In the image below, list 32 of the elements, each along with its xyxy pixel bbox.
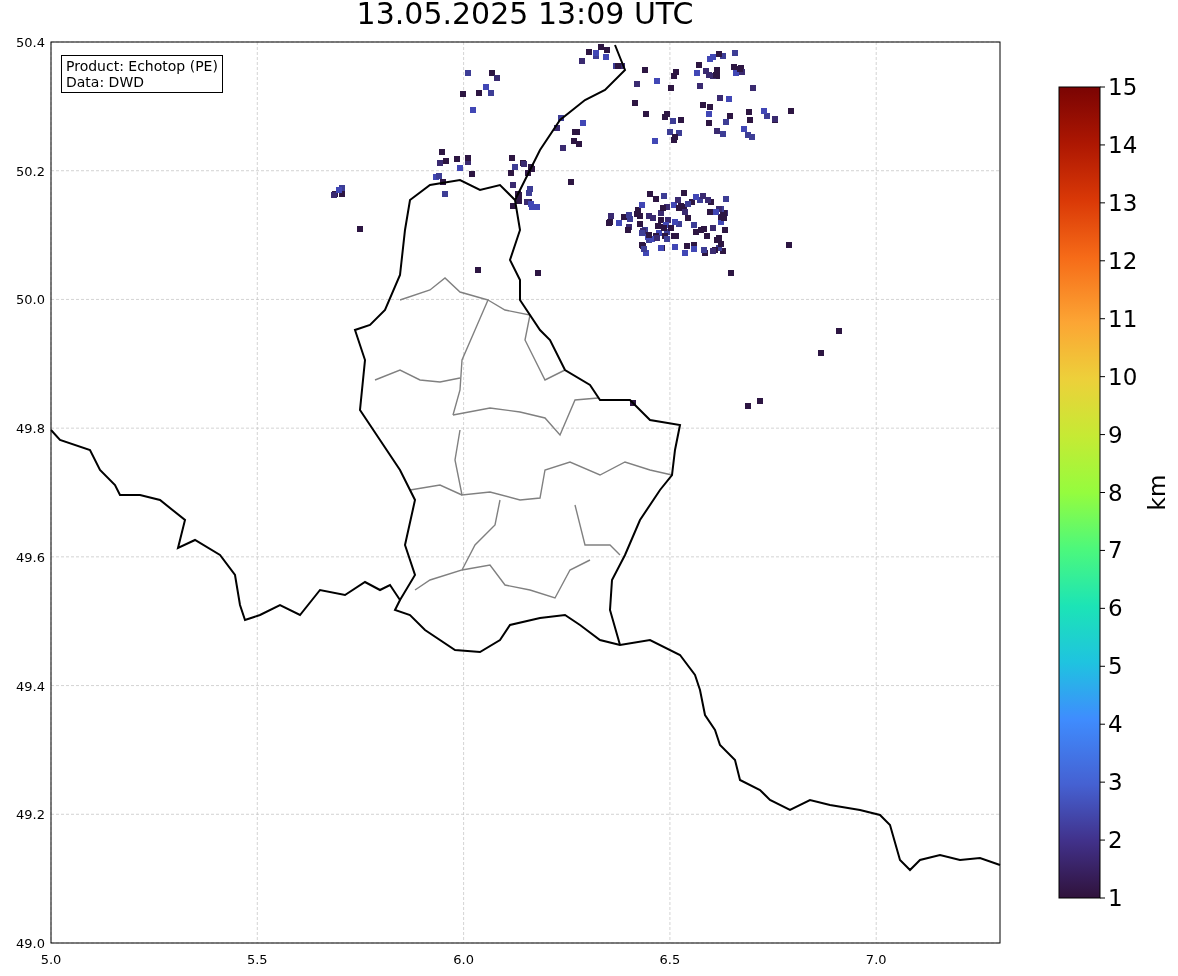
tick-label: 14 <box>1108 131 1138 158</box>
tick-label: 7 <box>1108 537 1123 564</box>
tick-label: 5.5 <box>246 952 268 967</box>
tick-label: 49.0 <box>16 936 45 951</box>
chart-title: 13.05.2025 13:09 UTC <box>356 0 694 33</box>
tick-label: 4 <box>1108 711 1123 738</box>
tick-label: 50.2 <box>16 163 45 179</box>
tick-label: 50.0 <box>16 292 45 308</box>
tick-label: 6 <box>1108 595 1123 622</box>
tick-label: 49.4 <box>16 678 45 694</box>
tick-label: 49.8 <box>16 421 45 437</box>
tick-label: 5.0 <box>40 952 62 967</box>
tick-label: 2 <box>1108 827 1123 854</box>
tick-label: 50.4 <box>16 35 45 50</box>
tick-label: 8 <box>1108 479 1123 506</box>
info-text: Data: DWD <box>66 74 145 90</box>
tick-label: 6.5 <box>659 952 681 967</box>
tick-label: 13 <box>1108 189 1138 216</box>
tick-label: 5 <box>1108 653 1123 680</box>
tick-label: 1 <box>1108 885 1123 911</box>
tick-label: 11 <box>1108 305 1138 332</box>
tick-label: 3 <box>1108 769 1123 796</box>
tick-label: 15 <box>1108 74 1138 100</box>
tick-label: 6.0 <box>453 952 474 967</box>
info-text: Product: Echotop (PE) <box>66 58 218 74</box>
tick-label: 10 <box>1108 363 1138 390</box>
tick-label: 49.6 <box>16 549 45 565</box>
colorbar-label: km <box>1144 474 1170 511</box>
tick-label: 7.0 <box>865 952 887 967</box>
tick-label: 49.2 <box>16 807 45 823</box>
tick-label: 12 <box>1108 247 1138 274</box>
tick-label: 9 <box>1108 421 1123 448</box>
